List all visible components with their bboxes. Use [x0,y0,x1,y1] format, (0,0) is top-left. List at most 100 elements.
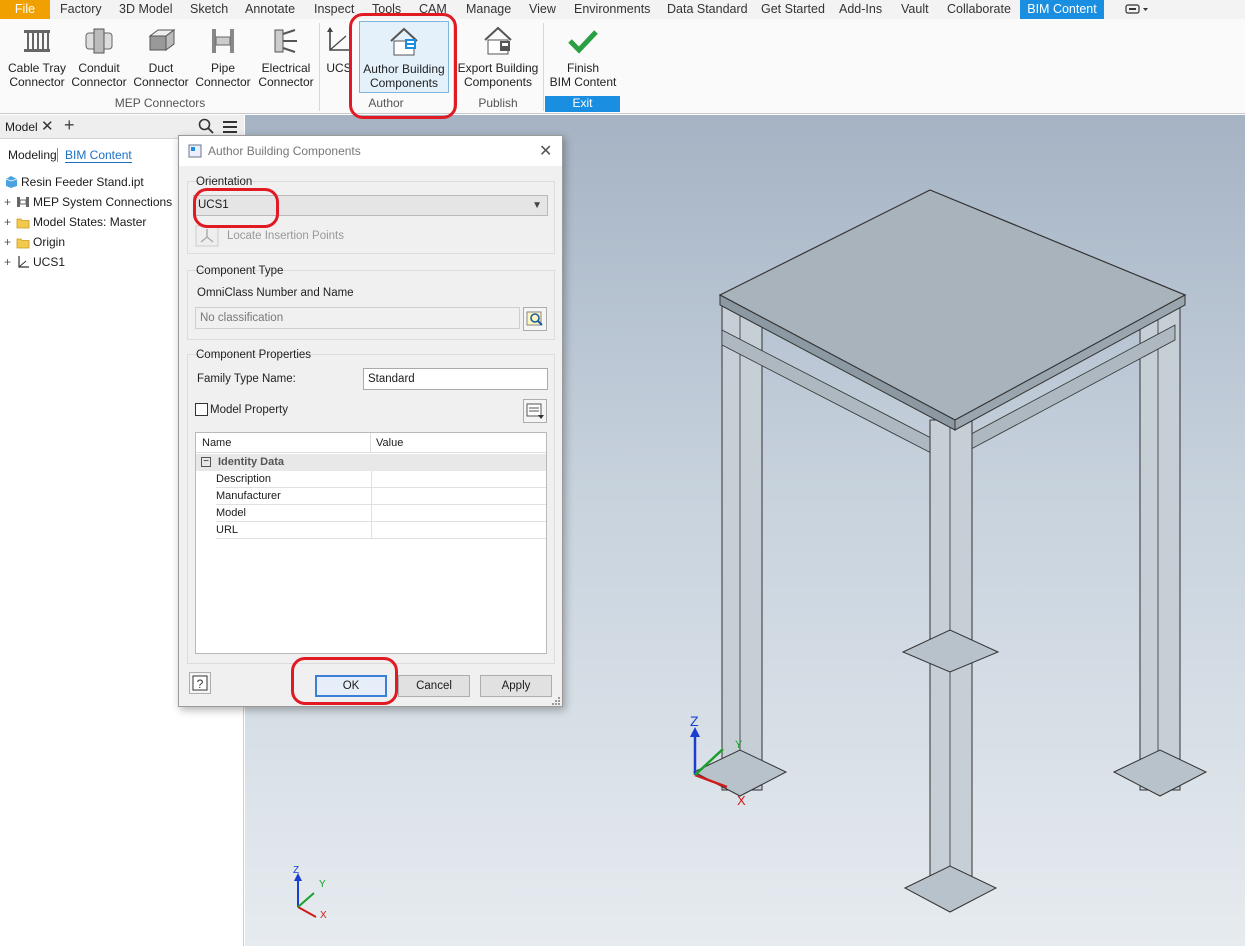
component-type-group [187,270,555,340]
dialog-title: Author Building Components [208,144,361,158]
row-name: Manufacturer [216,490,281,502]
properties-list-button[interactable] [523,399,547,423]
pipe-icon [212,29,234,53]
omniclass-field: No classification [195,307,520,329]
locate-insertion-icon[interactable] [195,225,219,247]
subtab-modeling[interactable]: Modeling [8,148,57,162]
view-axis-y-label: Y [319,879,326,890]
tree-origin-label: Origin [33,235,66,249]
hamburger-menu-icon[interactable] [222,120,238,134]
properties-grid[interactable]: Name Value − Identity Data Description M… [195,432,547,654]
apply-button[interactable]: Apply [480,675,552,697]
tree-root[interactable]: Resin Feeder Stand.ipt [4,173,144,191]
menu-factory[interactable]: Factory [60,0,102,19]
menu-environments[interactable]: Environments [574,0,650,19]
grid-col-divider [370,433,371,453]
row-name: Model [216,507,246,519]
mep-connections-icon [17,197,29,207]
row-name: Description [216,473,272,485]
menu-tools[interactable]: Tools [372,0,401,19]
cancel-button[interactable]: Cancel [398,675,470,697]
menu-vault[interactable]: Vault [901,0,929,19]
menu-collaborate[interactable]: Collaborate [947,0,1011,19]
grid-group-row[interactable]: − Identity Data [196,454,546,471]
tree-mep-connections[interactable]: + MEP System Connections [4,193,172,211]
tab-model[interactable]: Model [5,120,38,134]
ok-button[interactable]: OK [315,675,387,697]
ucs-icon [327,27,350,51]
duct-icon [148,29,176,51]
resize-grip-icon[interactable] [551,696,561,706]
menu-data-standard[interactable]: Data Standard [667,0,748,19]
group-separator [543,23,544,111]
add-tab-icon[interactable]: + [64,115,75,136]
expand-icon[interactable]: + [4,213,16,231]
tree-model-states[interactable]: + Model States: Master [4,213,146,231]
table-row[interactable]: Model [216,505,546,522]
close-icon[interactable]: ✕ [41,117,54,135]
pipe-label: Pipe Connector [195,61,251,89]
row-divider [371,471,372,488]
expand-icon[interactable]: + [4,193,16,211]
tree-ucs1-label: UCS1 [33,255,66,269]
conduit-icon [85,28,113,54]
axis-z-label: Z [690,713,699,729]
finish-bim-content-button[interactable]: Finish BIM Content [546,21,620,93]
duct-connector-button[interactable]: Duct Connector [131,21,191,93]
checkmark-icon [568,30,598,54]
dialog-close-icon[interactable]: ✕ [539,141,552,161]
cable-tray-icon [24,30,50,52]
component-type-legend: Component Type [196,265,284,277]
group-publish: Publish [478,96,518,110]
ucs-label: UCS [326,61,352,75]
electrical-connector-button[interactable]: Electrical Connector [256,21,316,93]
subtab-bim-content[interactable]: BIM Content [65,148,132,163]
menu-add-ins[interactable]: Add-Ins [839,0,882,19]
menu-cam[interactable]: CAM [419,0,447,19]
conduit-connector-button[interactable]: Conduit Connector [70,21,128,93]
orientation-select[interactable]: UCS1 ▼ [193,195,548,216]
family-type-input[interactable]: Standard [363,368,548,390]
table-row[interactable]: URL [216,522,546,539]
electrical-icon [274,29,297,53]
axis-y-label: Y [735,739,743,751]
menu-file[interactable]: File [0,0,50,19]
conduit-label: Conduit Connector [71,61,127,89]
export-building-components-button[interactable]: Export Building Components [455,21,541,93]
row-divider [371,505,372,522]
ucs-icon [18,256,29,268]
menu-sketch[interactable]: Sketch [190,0,228,19]
menu-manage[interactable]: Manage [466,0,511,19]
menu-view[interactable]: View [529,0,556,19]
menu-3d-model[interactable]: 3D Model [119,0,173,19]
author-building-icon [390,27,418,56]
chevron-down-icon: ▼ [532,200,542,211]
tree-root-label: Resin Feeder Stand.ipt [21,175,144,189]
table-row[interactable]: Manufacturer [216,488,546,505]
table-row[interactable]: Description [216,471,546,488]
cable-tray-connector-button[interactable]: Cable Tray Connector [6,21,68,93]
pipe-connector-button[interactable]: Pipe Connector [194,21,252,93]
tree-origin[interactable]: + Origin [4,233,65,251]
help-button[interactable]: ? [189,672,211,694]
ucs-button[interactable]: UCS [322,21,356,93]
locate-insertion-label: Locate Insertion Points [227,230,344,242]
model-property-checkbox[interactable] [195,403,208,416]
expand-icon[interactable]: + [4,233,16,251]
finish-bim-label: Finish BIM Content [549,61,617,89]
collapse-icon[interactable]: − [201,457,211,467]
view-axis-x-label: X [320,910,327,921]
group-separator [319,23,320,111]
search-icon[interactable] [198,118,214,134]
author-building-components-button[interactable]: Author Building Components [359,21,449,93]
menu-get-started[interactable]: Get Started [761,0,825,19]
omniclass-browse-button[interactable] [523,307,547,331]
menu-inspect[interactable]: Inspect [314,0,354,19]
menu-bim-content[interactable]: BIM Content [1020,0,1104,19]
subtab-divider [57,148,58,162]
dialog-title-bar[interactable]: Author Building Components ✕ [179,136,562,166]
menu-annotate[interactable]: Annotate [245,0,295,19]
tree-ucs1[interactable]: + UCS1 [4,253,65,271]
search-icon [526,311,543,326]
expand-icon[interactable]: + [4,253,16,271]
